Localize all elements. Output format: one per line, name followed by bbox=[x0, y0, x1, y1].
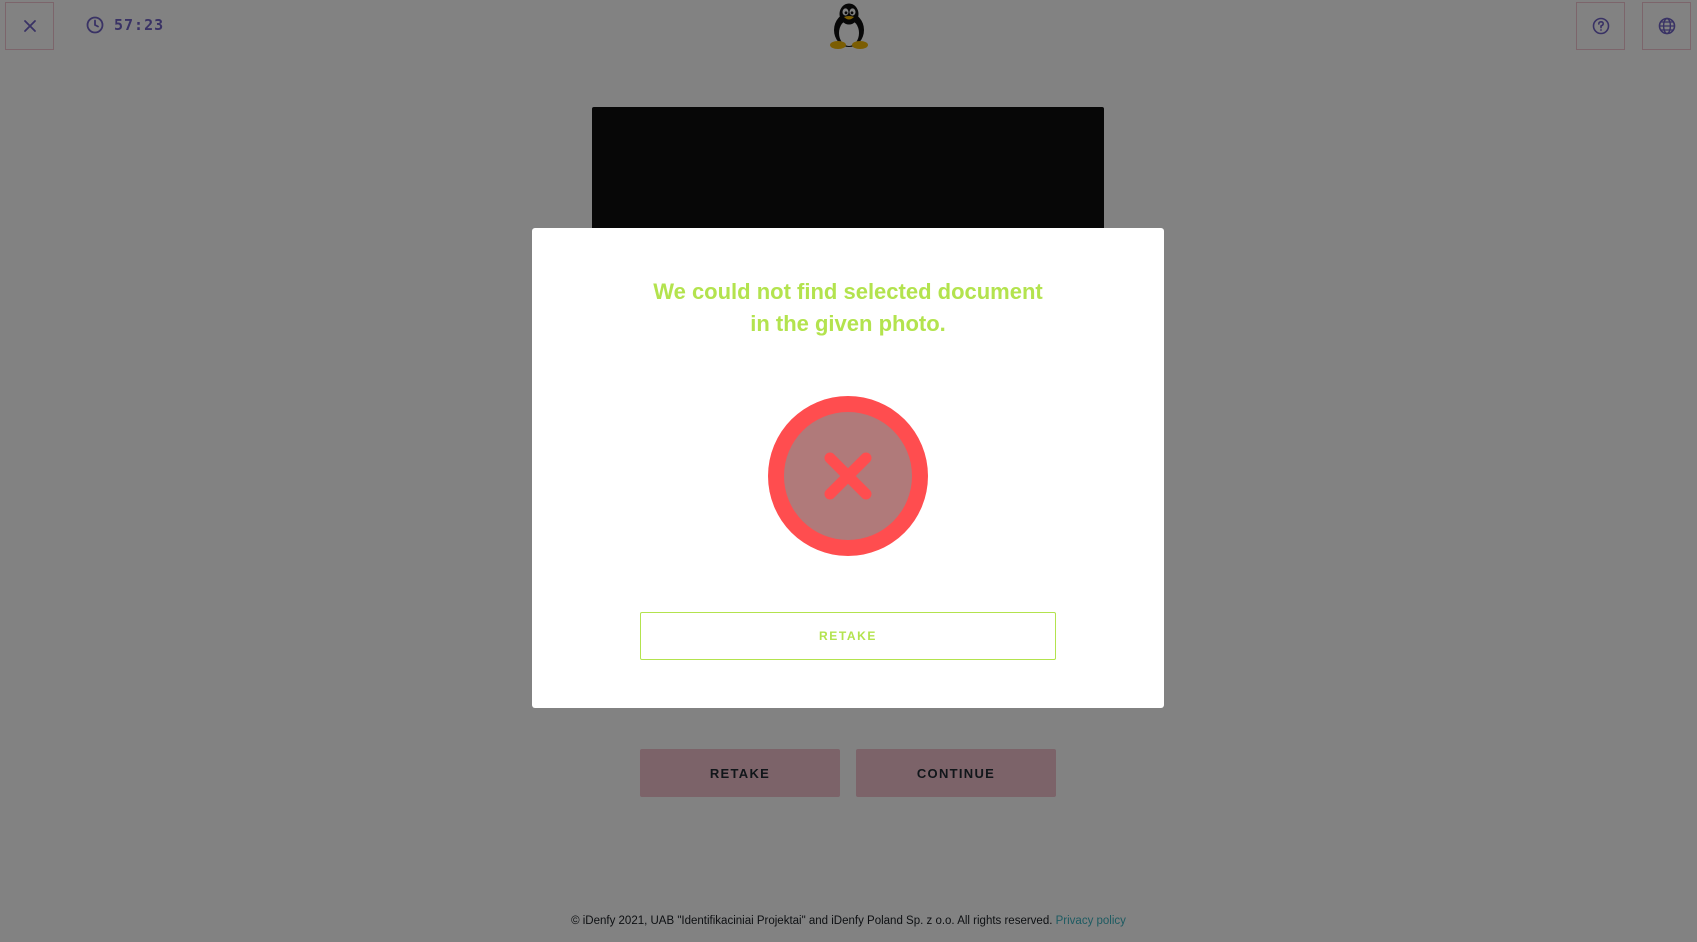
dialog-title-line-2: in the given photo. bbox=[750, 311, 946, 336]
dialog-title-line-1: We could not find selected document bbox=[653, 279, 1043, 304]
error-x-icon bbox=[768, 396, 928, 556]
dialog-retake-button[interactable]: RETAKE bbox=[640, 612, 1056, 660]
dialog-title: We could not find selected document in t… bbox=[532, 276, 1164, 340]
error-dialog: We could not find selected document in t… bbox=[532, 228, 1164, 708]
